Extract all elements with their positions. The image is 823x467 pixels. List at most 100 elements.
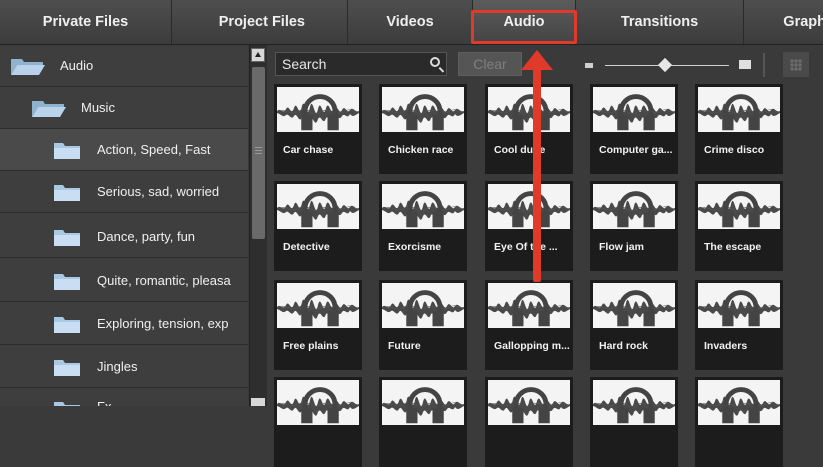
tab-transitions[interactable]: Transitions xyxy=(576,0,744,44)
scroll-up-arrow-icon[interactable] xyxy=(251,48,265,62)
audio-tile[interactable]: The escape xyxy=(695,181,783,271)
scroll-thumb[interactable] xyxy=(252,67,265,239)
sidebar-item-label: Exploring, tension, exp xyxy=(97,316,229,331)
headphones-icon xyxy=(722,94,760,131)
annotation-arrow xyxy=(533,60,541,282)
sidebar-item-music[interactable]: Music xyxy=(0,87,248,129)
audio-tile-label: Exorcisme xyxy=(388,241,442,253)
audio-tile-label: Detective xyxy=(283,241,330,253)
waveform-icon xyxy=(488,380,570,425)
audio-tile[interactable] xyxy=(485,377,573,467)
audio-tile[interactable]: Computer ga... xyxy=(590,84,678,174)
tab-project-files[interactable]: Project Files xyxy=(172,0,348,44)
sidebar-item-audio[interactable]: Audio xyxy=(0,45,248,87)
headphones-icon xyxy=(722,387,760,424)
search-input[interactable]: Search xyxy=(275,52,447,76)
waveform-icon xyxy=(382,380,464,425)
waveform-icon xyxy=(277,87,359,132)
waveform-icon xyxy=(277,380,359,425)
folder-icon xyxy=(54,359,80,376)
audio-tile-label: Flow jam xyxy=(599,241,644,253)
waveform-icon xyxy=(593,87,675,132)
sidebar-item-quite-romantic[interactable]: Quite, romantic, pleasa xyxy=(0,260,248,302)
folder-icon xyxy=(54,316,80,333)
sidebar-item-label: Quite, romantic, pleasa xyxy=(97,273,231,288)
folder-open-icon xyxy=(11,58,45,75)
search-icon[interactable] xyxy=(430,57,440,67)
sidebar-item-label: Jingles xyxy=(97,359,138,374)
waveform-icon xyxy=(277,184,359,229)
sidebar-item-label: Music xyxy=(81,100,115,115)
audio-tile[interactable]: Chicken race xyxy=(379,84,467,174)
headphones-icon xyxy=(301,191,339,228)
audio-tile[interactable]: Flow jam xyxy=(590,181,678,271)
clear-button[interactable]: Clear xyxy=(458,52,522,76)
headphones-icon xyxy=(301,94,339,131)
small-thumbnail-icon xyxy=(585,63,593,68)
tab-videos[interactable]: Videos xyxy=(348,0,473,44)
audio-tile-label: Free plains xyxy=(283,340,339,352)
audio-tile-label: Computer ga... xyxy=(599,144,673,156)
waveform-icon xyxy=(698,283,780,328)
waveform-icon xyxy=(382,184,464,229)
sidebar-item-action-speed-fast[interactable]: Action, Speed, Fast xyxy=(0,129,248,171)
sidebar-item-label: Fx xyxy=(97,399,111,406)
headphones-icon xyxy=(512,191,550,228)
audio-tile[interactable]: Free plains xyxy=(274,280,362,370)
audio-tile[interactable] xyxy=(274,377,362,467)
sidebar-item-fx[interactable]: Fx xyxy=(0,389,248,406)
audio-tile[interactable]: Detective xyxy=(274,181,362,271)
sidebar-item-dance-party-fun[interactable]: Dance, party, fun xyxy=(0,216,248,258)
audio-tile[interactable]: Gallopping m... xyxy=(485,280,573,370)
waveform-icon xyxy=(488,184,570,229)
folder-icon xyxy=(54,184,80,201)
scroll-down-arrow-icon[interactable] xyxy=(251,398,265,406)
sidebar-item-label: Serious, sad, worried xyxy=(97,184,220,199)
grip-icon xyxy=(255,147,262,148)
waveform-icon xyxy=(593,283,675,328)
sidebar-item-jingles[interactable]: Jingles xyxy=(0,346,248,388)
waveform-icon xyxy=(698,380,780,425)
audio-tile-label: Future xyxy=(388,340,421,352)
waveform-icon xyxy=(593,380,675,425)
headphones-icon xyxy=(722,191,760,228)
tab-private-files[interactable]: Private Files xyxy=(0,0,172,44)
grid-view-icon[interactable] xyxy=(783,52,809,77)
audio-tile[interactable]: Future xyxy=(379,280,467,370)
audio-tile[interactable]: Hard rock xyxy=(590,280,678,370)
waveform-icon xyxy=(488,87,570,132)
audio-tile[interactable] xyxy=(379,377,467,467)
headphones-icon xyxy=(406,191,444,228)
audio-tile[interactable]: Crime disco xyxy=(695,84,783,174)
audio-tile[interactable] xyxy=(695,377,783,467)
tab-label: Transitions xyxy=(620,14,699,30)
headphones-icon xyxy=(617,387,655,424)
headphones-icon xyxy=(722,290,760,327)
headphones-icon xyxy=(512,387,550,424)
sidebar-item-label: Action, Speed, Fast xyxy=(97,142,211,157)
divider xyxy=(763,53,765,77)
sidebar-scrollbar[interactable] xyxy=(249,45,268,406)
zoom-slider-handle[interactable] xyxy=(657,57,673,73)
audio-tile[interactable]: Invaders xyxy=(695,280,783,370)
audio-tile[interactable]: Exorcisme xyxy=(379,181,467,271)
headphones-icon xyxy=(617,290,655,327)
audio-tile-label: The escape xyxy=(704,241,762,253)
folder-icon xyxy=(54,273,80,290)
sidebar-item-serious-sad-worried[interactable]: Serious, sad, worried xyxy=(0,171,248,213)
folder-icon xyxy=(54,229,80,246)
tab-label: Graph xyxy=(783,14,823,30)
sidebar-item-exploring-tension[interactable]: Exploring, tension, exp xyxy=(0,303,248,345)
headphones-icon xyxy=(406,94,444,131)
tab-label: Videos xyxy=(386,14,434,30)
tab-highlight-box xyxy=(471,10,577,44)
headphones-icon xyxy=(406,387,444,424)
audio-tile[interactable]: Cool dude xyxy=(485,84,573,174)
audio-tile[interactable]: Car chase xyxy=(274,84,362,174)
audio-tile[interactable] xyxy=(590,377,678,467)
search-placeholder: Search xyxy=(282,56,327,72)
audio-browser: Search Clear Car chase Chicken race Cool d… xyxy=(267,45,823,467)
tab-graphics[interactable]: Graph xyxy=(744,0,823,44)
audio-tile[interactable]: Eye Of the ... xyxy=(485,181,573,271)
audio-tile-label: Invaders xyxy=(704,340,748,352)
